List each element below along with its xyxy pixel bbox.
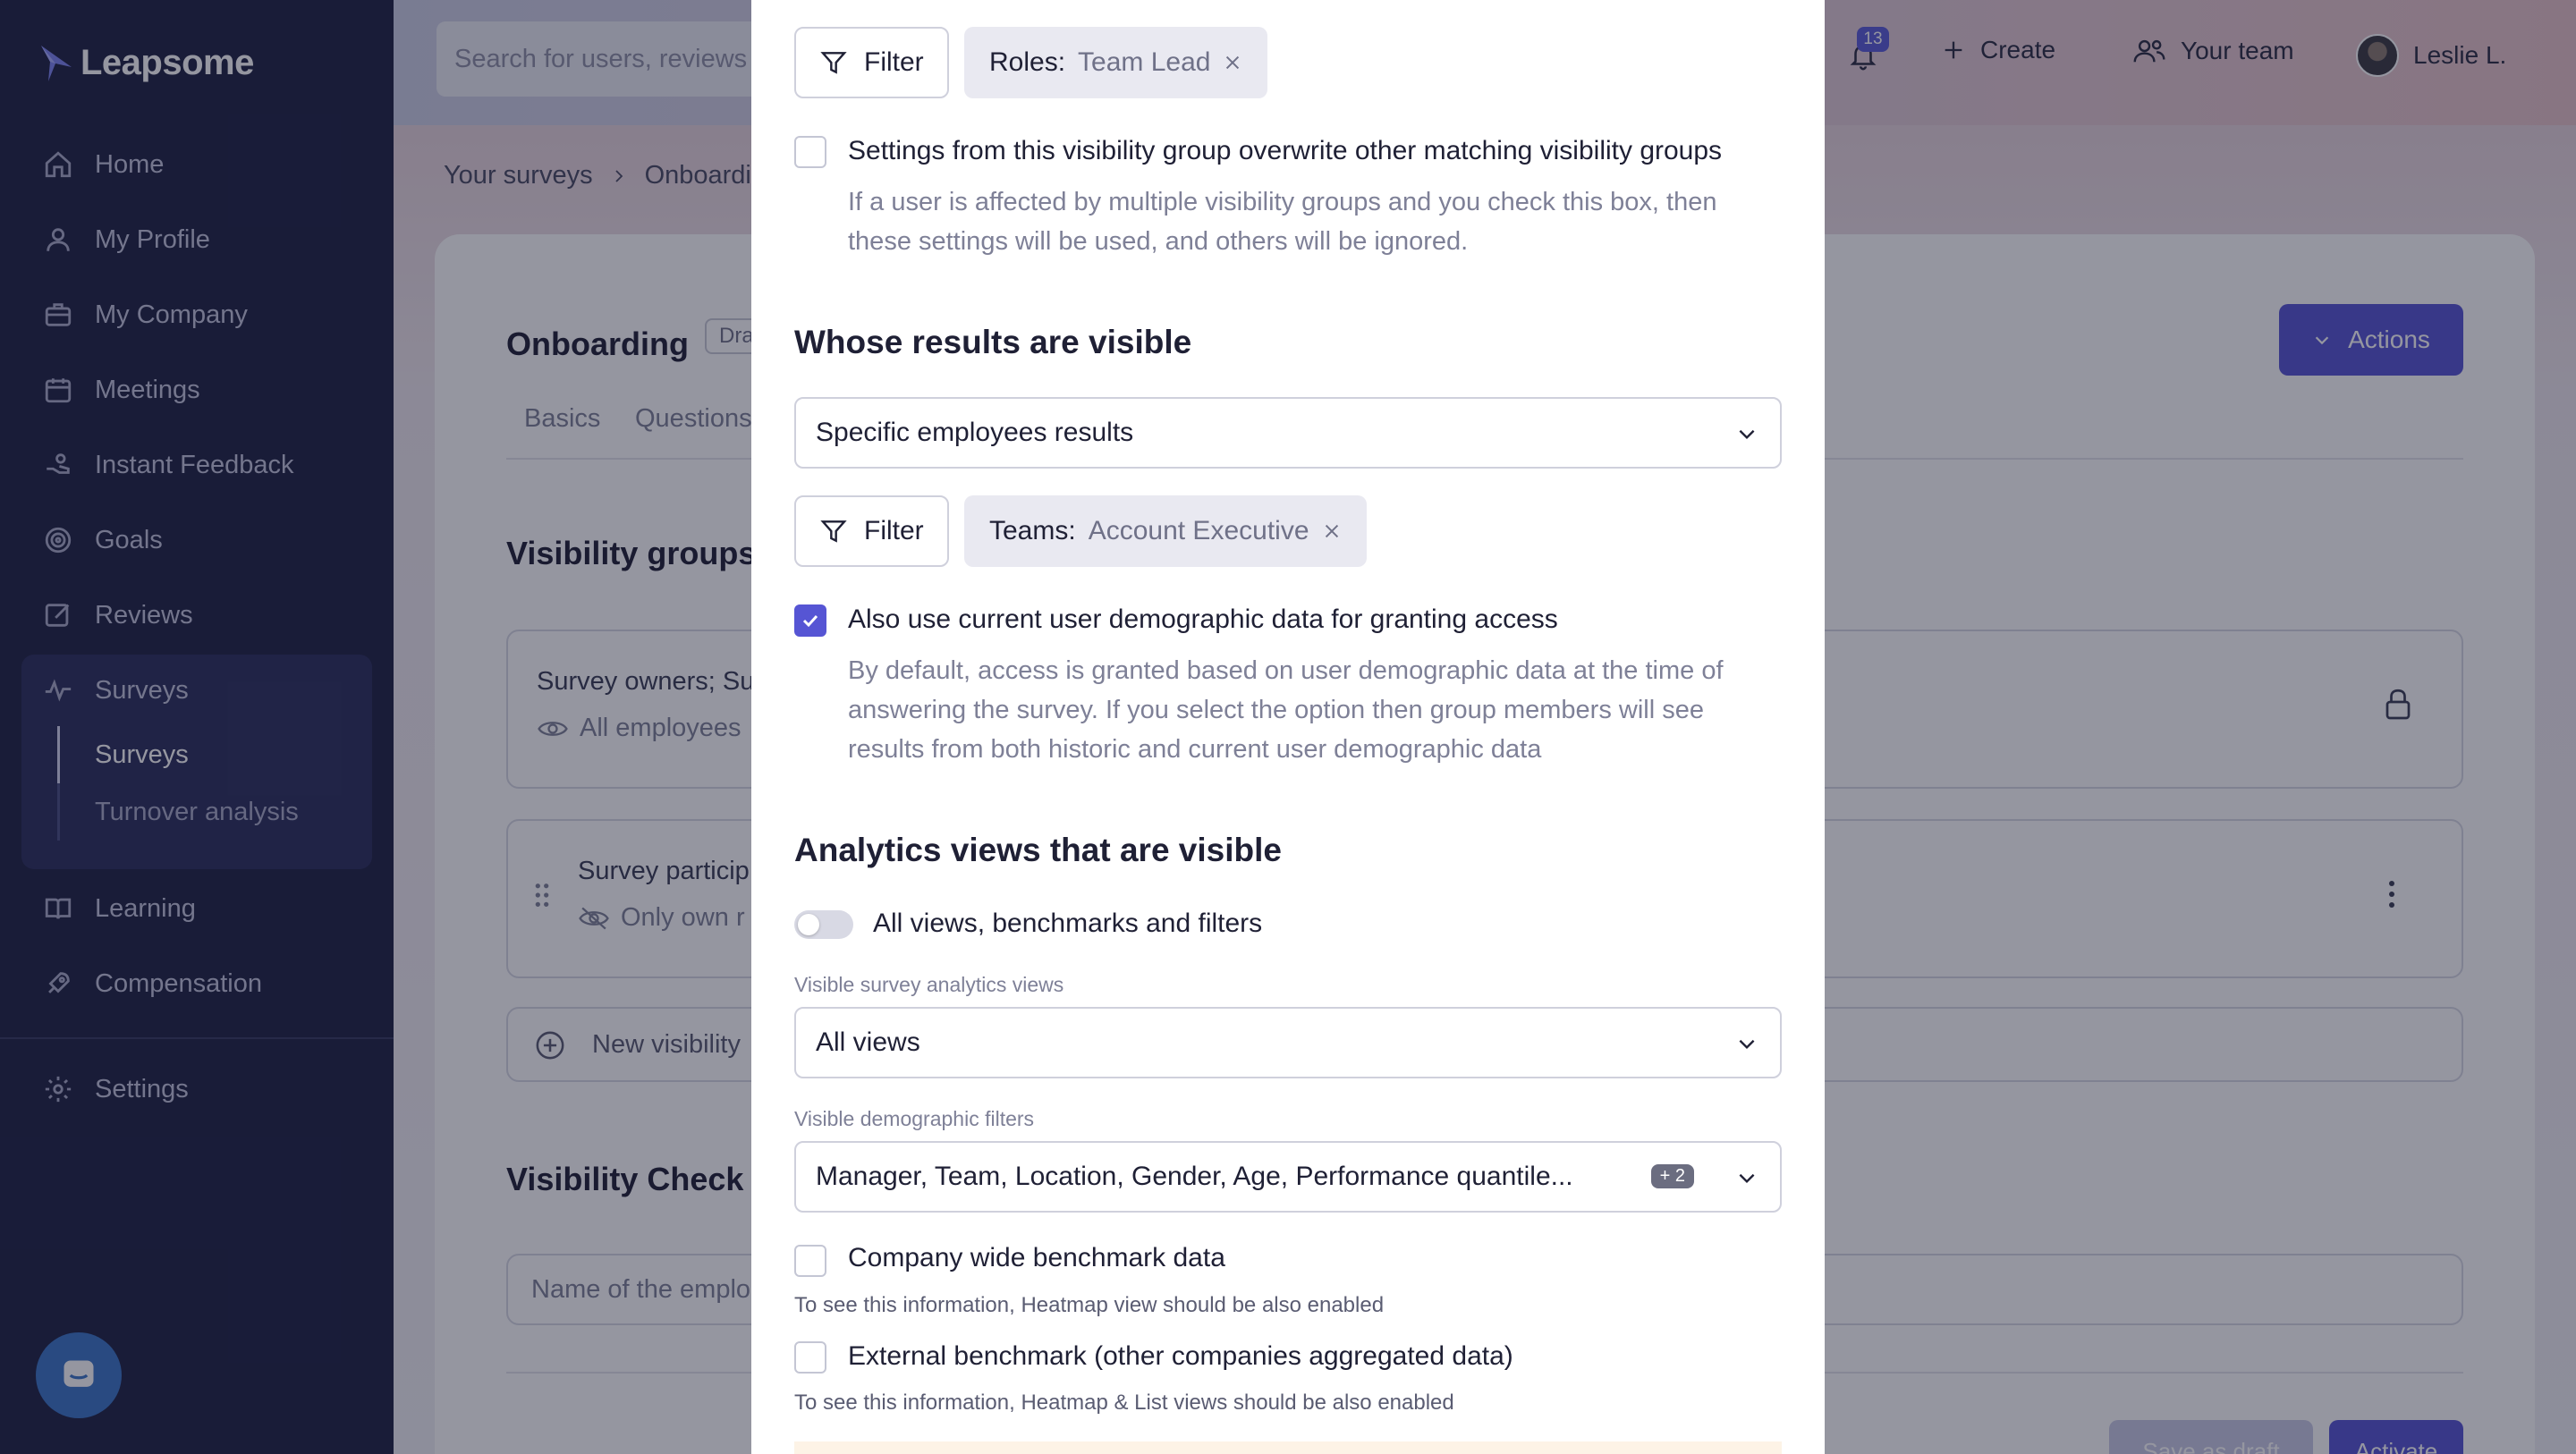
check-icon: [802, 614, 818, 628]
chip-key: Roles:: [989, 47, 1066, 77]
chip-key: Teams:: [989, 516, 1076, 545]
overwrite-label: Settings from this visibility group over…: [848, 136, 1723, 165]
whose-results-heading: Whose results are visible: [794, 324, 1192, 360]
extra-count-badge: + 2: [1650, 1164, 1694, 1188]
select-value: Specific employees results: [816, 418, 1134, 447]
chevron-down-icon: [1739, 1039, 1755, 1050]
chip-value: Team Lead: [1078, 47, 1211, 77]
filters-field-label: Visible demographic filters: [794, 1107, 1035, 1130]
info-banner: [794, 1441, 1782, 1454]
roles-filter-button[interactable]: Filter: [794, 27, 949, 98]
close-icon[interactable]: [1223, 53, 1242, 72]
roles-filter-chip: Roles: Team Lead: [964, 27, 1268, 98]
demographic-checkbox[interactable]: [794, 604, 826, 637]
chevron-down-icon: [1739, 429, 1755, 440]
external-benchmark-checkbox[interactable]: [794, 1341, 826, 1374]
company-benchmark-label: Company wide benchmark data: [848, 1243, 1225, 1272]
chevron-down-icon: [1739, 1173, 1755, 1184]
whose-results-select[interactable]: Specific employees results: [794, 397, 1782, 469]
external-benchmark-label: External benchmark (other companies aggr…: [848, 1341, 1513, 1371]
overwrite-description-2: these settings will be used, and others …: [848, 227, 1469, 256]
chip-value: Account Executive: [1088, 516, 1309, 545]
select-value: All views: [816, 1027, 920, 1057]
analytics-views-select[interactable]: All views: [794, 1007, 1782, 1078]
all-views-label: All views, benchmarks and filters: [873, 909, 1263, 938]
overwrite-description-1: If a user is affected by multiple visibi…: [848, 188, 1717, 216]
filter-icon: [820, 52, 847, 74]
filter-icon: [820, 520, 847, 543]
close-icon[interactable]: [1322, 521, 1342, 541]
filter-label: Filter: [864, 516, 924, 545]
visibility-group-modal: Filter Roles: Team Lead Settings from th…: [751, 0, 1825, 1454]
select-value: Manager, Team, Location, Gender, Age, Pe…: [816, 1162, 1573, 1191]
all-views-toggle[interactable]: [794, 910, 853, 939]
toggle-knob: [798, 914, 819, 935]
external-benchmark-hint: To see this information, Heatmap & List …: [794, 1391, 1454, 1415]
company-benchmark-hint: To see this information, Heatmap view sh…: [794, 1293, 1385, 1317]
demographic-label: Also use current user demographic data f…: [848, 604, 1558, 634]
filter-label: Filter: [864, 47, 924, 77]
demographic-description-2: answering the survey. If you select the …: [848, 696, 1704, 724]
demographic-description-1: By default, access is granted based on u…: [848, 656, 1724, 685]
company-benchmark-checkbox[interactable]: [794, 1245, 826, 1277]
demographic-filters-select[interactable]: Manager, Team, Location, Gender, Age, Pe…: [794, 1141, 1782, 1213]
teams-filter-chip: Teams: Account Executive: [964, 495, 1367, 567]
analytics-views-heading: Analytics views that are visible: [794, 832, 1282, 868]
overwrite-checkbox[interactable]: [794, 136, 826, 168]
demographic-description-3: results from both historic and current u…: [848, 735, 1542, 764]
views-field-label: Visible survey analytics views: [794, 973, 1064, 996]
teams-filter-button[interactable]: Filter: [794, 495, 949, 567]
